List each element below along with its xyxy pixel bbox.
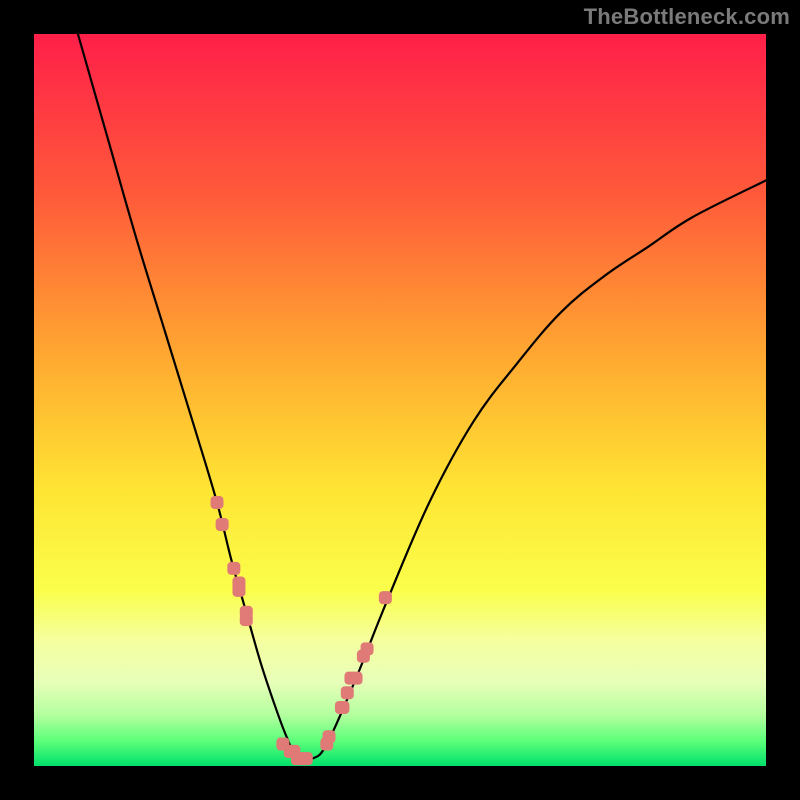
highlight-point <box>322 730 335 743</box>
highlight-point <box>341 686 354 699</box>
highlight-point <box>336 701 349 714</box>
highlight-point <box>361 642 374 655</box>
watermark-text: TheBottleneck.com <box>584 4 790 30</box>
highlight-point <box>300 752 313 765</box>
bottleneck-chart <box>0 0 800 800</box>
plot-background <box>34 34 766 766</box>
highlight-point <box>216 518 229 531</box>
highlight-point <box>211 496 224 509</box>
highlight-point <box>227 562 240 575</box>
frame-left <box>0 0 34 800</box>
highlight-point <box>350 672 363 685</box>
highlight-point <box>240 606 253 619</box>
highlight-point <box>379 591 392 604</box>
highlight-point <box>232 584 245 597</box>
frame-bottom <box>0 766 800 800</box>
chart-stage: TheBottleneck.com <box>0 0 800 800</box>
frame-right <box>766 0 800 800</box>
